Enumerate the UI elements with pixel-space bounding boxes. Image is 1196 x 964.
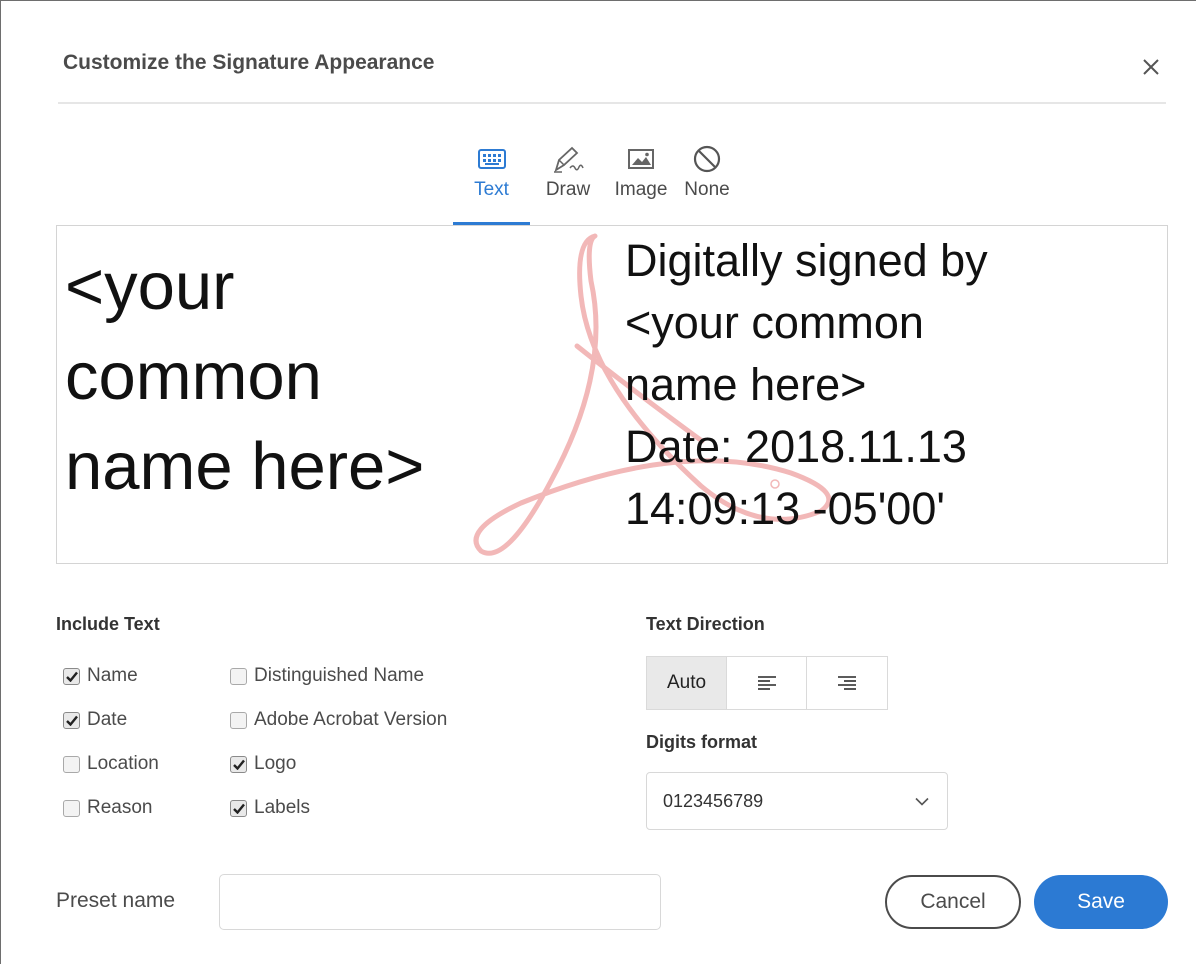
checkbox-logo-label: Logo	[254, 753, 297, 774]
tab-none[interactable]: None	[676, 139, 738, 225]
checkbox-logo[interactable]: Logo	[230, 753, 296, 775]
checkbox-reason[interactable]: Reason	[63, 797, 153, 819]
checkbox-box[interactable]	[63, 711, 80, 729]
preview-name-line: <your	[65, 249, 235, 324]
preset-name-label: Preset name	[56, 889, 176, 912]
preview-name-line: common	[65, 339, 322, 414]
digits-format-heading: Digits format	[646, 732, 758, 752]
image-icon	[626, 139, 656, 179]
checkbox-box[interactable]	[230, 755, 247, 773]
preview-detail-line: 14:09:13 -05'00'	[625, 483, 945, 534]
checkbox-box[interactable]	[230, 667, 247, 685]
checkbox-distinguished-name-label: Distinguished Name	[254, 665, 425, 686]
preview-detail-line: name here>	[625, 359, 867, 410]
digits-format-value: 0123456789	[663, 790, 764, 811]
checkbox-name-label: Name	[87, 665, 138, 686]
checkbox-box[interactable]	[230, 799, 247, 817]
checkbox-box[interactable]	[63, 667, 80, 685]
checkbox-distinguished-name[interactable]: Distinguished Name	[230, 665, 424, 687]
tab-text-label: Text	[474, 179, 509, 200]
checkbox-location[interactable]: Location	[63, 753, 159, 775]
tab-none-label: None	[684, 179, 730, 200]
appearance-tabs: Text Draw Image None	[453, 139, 738, 225]
digits-format-select[interactable]: 0123456789	[646, 772, 948, 830]
checkbox-date[interactable]: Date	[63, 709, 127, 731]
preset-name-input[interactable]	[219, 874, 661, 930]
text-direction-heading: Text Direction	[646, 614, 765, 634]
check-icon	[65, 715, 78, 726]
align-right-icon	[838, 676, 856, 690]
checkbox-box[interactable]	[63, 755, 80, 773]
tab-text[interactable]: Text	[453, 139, 530, 225]
preview-detail-line: <your common	[625, 297, 924, 348]
chevron-down-icon	[915, 797, 929, 806]
keyboard-icon	[477, 139, 507, 179]
tab-draw[interactable]: Draw	[530, 139, 606, 225]
align-left-icon	[757, 676, 776, 690]
close-icon	[1143, 59, 1159, 75]
direction-right-button[interactable]	[807, 657, 887, 709]
check-icon	[65, 671, 78, 682]
tab-image-label: Image	[614, 179, 668, 200]
signature-preview: <your common name here> Digitally signed…	[56, 225, 1168, 564]
checkbox-labels[interactable]: Labels	[230, 797, 310, 819]
no-entry-icon	[692, 139, 722, 179]
signature-appearance-dialog: Customize the Signature Appearance Text	[0, 0, 1196, 964]
dialog-title: Customize the Signature Appearance	[63, 51, 435, 74]
check-icon	[232, 803, 245, 814]
tab-image[interactable]: Image	[606, 139, 676, 225]
checkbox-location-label: Location	[87, 753, 159, 774]
direction-auto-button[interactable]: Auto	[647, 657, 727, 709]
checkbox-acrobat-version[interactable]: Adobe Acrobat Version	[230, 709, 447, 731]
check-icon	[232, 759, 245, 770]
checkbox-box[interactable]	[230, 711, 247, 729]
preview-detail-line: Date: 2018.11.13	[625, 421, 967, 472]
checkbox-labels-label: Labels	[254, 797, 310, 818]
checkbox-name[interactable]: Name	[63, 665, 138, 687]
preview-name-line: name here>	[65, 429, 425, 504]
checkbox-date-label: Date	[87, 709, 128, 730]
checkbox-box[interactable]	[63, 799, 80, 817]
include-text-heading: Include Text	[56, 614, 160, 634]
preview-detail-line: Digitally signed by	[625, 235, 988, 286]
header-divider	[58, 102, 1166, 104]
tab-draw-label: Draw	[545, 179, 591, 200]
preview-name-text: <your common name here>	[65, 242, 585, 512]
checkbox-reason-label: Reason	[87, 797, 153, 818]
pen-icon	[550, 139, 586, 179]
text-direction-toggle: Auto	[646, 656, 888, 710]
close-button[interactable]	[1137, 53, 1165, 81]
save-button[interactable]: Save	[1034, 875, 1168, 929]
checkbox-acrobat-version-label: Adobe Acrobat Version	[254, 709, 448, 730]
preview-details-text: Digitally signed by <your common name he…	[625, 230, 1165, 540]
direction-left-button[interactable]	[727, 657, 807, 709]
cancel-button[interactable]: Cancel	[885, 875, 1021, 929]
